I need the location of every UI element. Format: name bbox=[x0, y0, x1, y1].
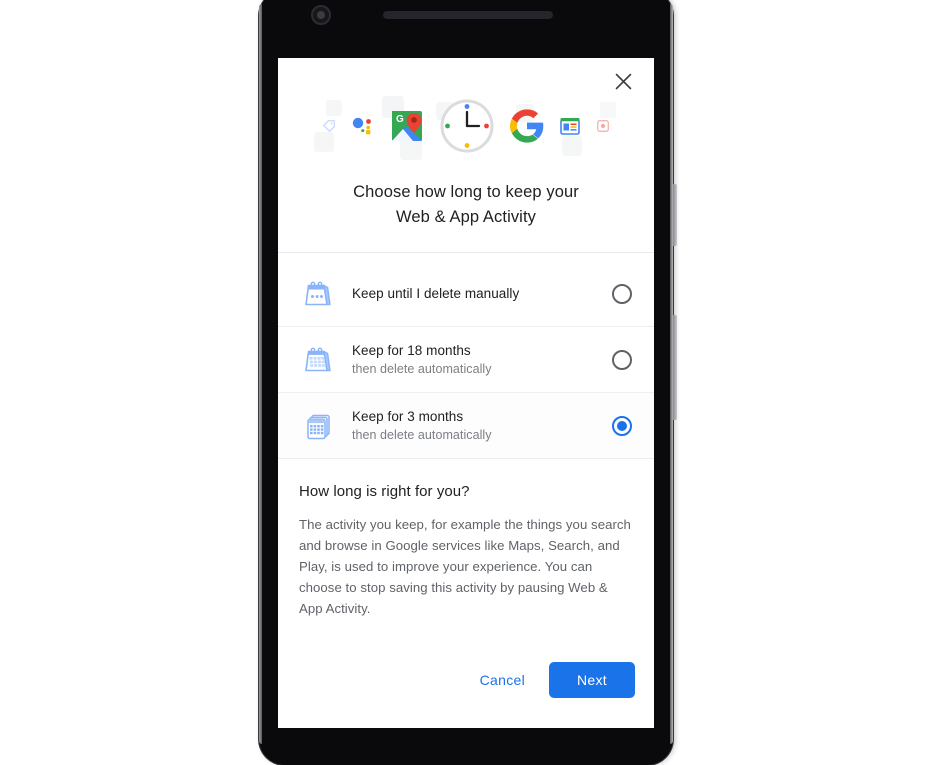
retention-options-list: Keep until I delete manually Keep for 18… bbox=[278, 261, 654, 459]
info-body-text: The activity you keep, for example the t… bbox=[299, 517, 631, 616]
assistant-dots-icon bbox=[350, 113, 376, 144]
svg-text:G: G bbox=[396, 114, 404, 125]
google-maps-icon: G bbox=[390, 109, 424, 148]
option-row-keep-18-months[interactable]: Keep for 18 months then delete automatic… bbox=[278, 327, 654, 393]
dialog-footer: Cancel Next bbox=[278, 662, 654, 728]
hero-illustration: G bbox=[278, 92, 654, 164]
header-divider bbox=[278, 252, 654, 253]
clock-icon bbox=[438, 97, 496, 160]
radio-keep-18-months[interactable] bbox=[612, 349, 632, 370]
google-photos-small-icon bbox=[596, 119, 610, 138]
radio-keep-3-months[interactable] bbox=[612, 415, 632, 436]
option-text-block: Keep for 18 months then delete automatic… bbox=[340, 342, 612, 378]
radio-keep-until-manual[interactable] bbox=[612, 283, 632, 304]
google-news-icon bbox=[558, 114, 582, 143]
info-section: How long is right for you? The activity … bbox=[278, 459, 654, 662]
option-text-block: Keep until I delete manually bbox=[340, 285, 612, 303]
cancel-button[interactable]: Cancel bbox=[466, 663, 539, 697]
dialog-title-line-1: Choose how long to keep your bbox=[353, 183, 579, 201]
volume-rocker-button[interactable] bbox=[673, 184, 677, 246]
tag-icon bbox=[322, 119, 336, 138]
info-heading: How long is right for you? bbox=[299, 483, 470, 500]
option-title: Keep for 3 months bbox=[352, 408, 464, 424]
google-g-icon bbox=[510, 108, 544, 148]
phone-left-edge bbox=[259, 4, 262, 744]
dialog-title-line-2: Web & App Activity bbox=[396, 208, 536, 226]
calendar-dots-icon bbox=[296, 272, 340, 316]
earpiece-speaker-grille bbox=[383, 11, 553, 19]
dialog-card: G Choose how long to keep your Web & App… bbox=[278, 58, 654, 728]
option-subtitle: then delete automatically bbox=[352, 427, 492, 442]
next-button[interactable]: Next bbox=[549, 662, 635, 698]
phone-device-frame: G Choose how long to keep your Web & App… bbox=[259, 0, 677, 765]
dialog-title: Choose how long to keep your Web & App A… bbox=[278, 180, 654, 230]
power-button[interactable] bbox=[673, 315, 677, 420]
option-text-block: Keep for 3 months then delete automatica… bbox=[340, 408, 612, 444]
option-title: Keep until I delete manually bbox=[352, 285, 520, 301]
calendar-grid-icon bbox=[296, 338, 340, 382]
option-row-keep-3-months[interactable]: Keep for 3 months then delete automatica… bbox=[278, 393, 654, 459]
option-row-keep-until-manual[interactable]: Keep until I delete manually bbox=[278, 261, 654, 327]
dialog-header: G Choose how long to keep your Web & App… bbox=[278, 58, 654, 261]
front-camera bbox=[311, 5, 331, 25]
calendar-stack-icon bbox=[296, 404, 340, 448]
option-subtitle: then delete automatically bbox=[352, 361, 492, 376]
option-title: Keep for 18 months bbox=[352, 342, 471, 358]
